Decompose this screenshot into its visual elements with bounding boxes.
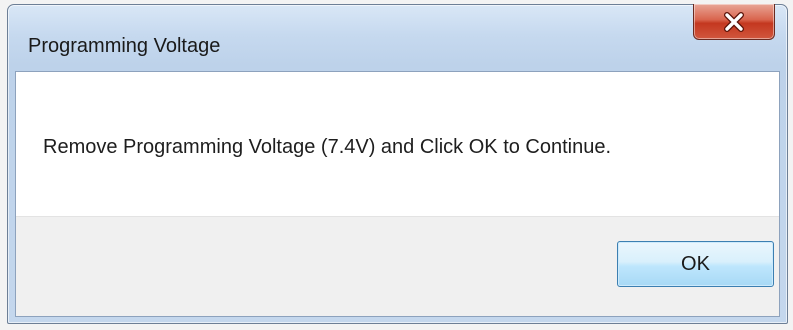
title-bar[interactable]: Programming Voltage: [8, 4, 787, 71]
close-icon: [723, 11, 745, 32]
message-dialog: Programming Voltage Remove Programming V…: [7, 4, 788, 324]
dialog-message: Remove Programming Voltage (7.4V) and Cl…: [43, 136, 612, 158]
button-area: OK: [16, 216, 779, 316]
dialog-title: Programming Voltage: [28, 35, 221, 57]
dialog-content: Remove Programming Voltage (7.4V) and Cl…: [15, 71, 780, 317]
close-button[interactable]: [693, 4, 775, 40]
ok-button[interactable]: OK: [617, 241, 774, 287]
